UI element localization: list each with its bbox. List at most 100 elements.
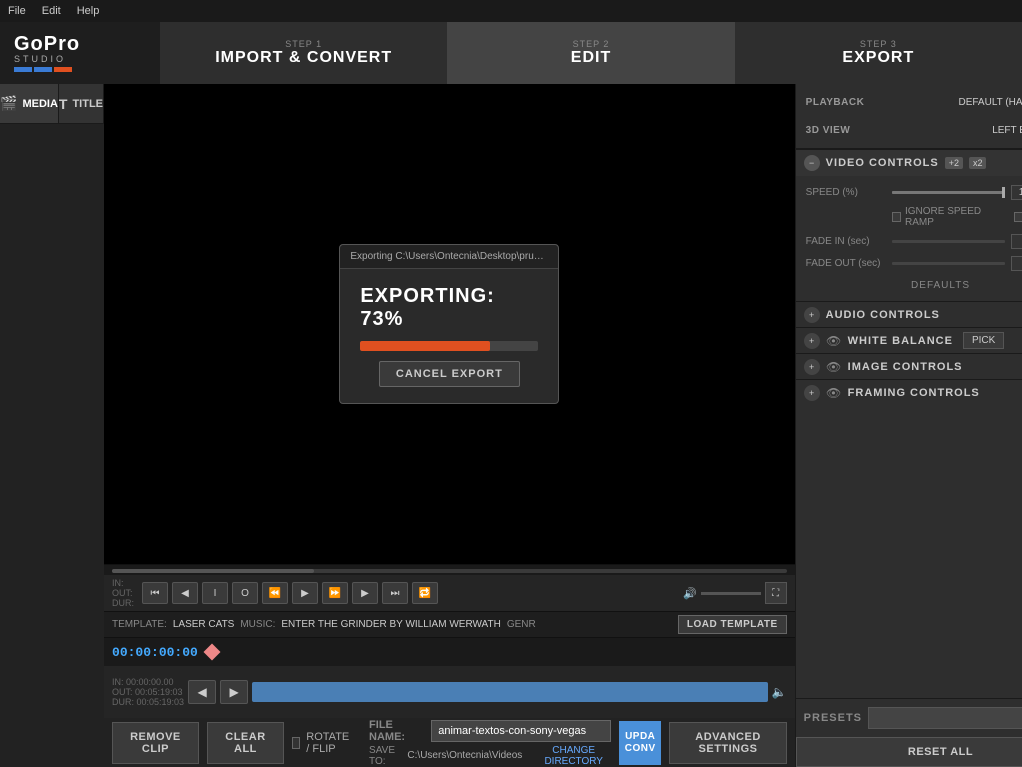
white-balance-title: WHITE BALANCE [848,335,953,347]
video-controls-body: SPEED (%) 100 < > IGNORE SPEED RAMP [796,176,1022,301]
reverse-checkbox[interactable] [1014,212,1022,222]
presets-input[interactable] [868,707,1022,729]
rotate-flip-area: ROTATE / FLIP [292,731,353,755]
loop-btn[interactable]: 🔁 [412,582,438,604]
frame-back-btn[interactable]: ◀ [172,582,198,604]
tab-media[interactable]: 🎬 MEDIA [0,84,59,123]
export-progress-fill [360,341,490,351]
timeline-scrubber[interactable] [104,565,795,575]
image-controls-eye-icon[interactable]: 👁 [826,359,842,375]
fade-out-row: FADE OUT (sec) 0 < > [806,254,1022,272]
prev-clip-btn[interactable]: ⏪ [262,582,288,604]
image-controls-title: IMAGE CONTROLS [848,361,963,373]
speed-slider[interactable] [892,191,1006,194]
white-balance-eye-icon[interactable]: 👁 [826,333,842,349]
left-panel: 🎬 MEDIA T TITLE [0,84,104,767]
tab-title[interactable]: T TITLE [59,84,104,123]
change-directory-button[interactable]: CHANGE DIRECTORY [536,745,611,767]
fade-in-slider[interactable] [892,240,1006,243]
defaults-button[interactable]: DEFAULTS [806,276,1022,295]
menu-file[interactable]: File [8,5,26,17]
step3-label: EXPORT [842,49,914,67]
scrubber-track[interactable] [112,569,787,573]
center-panel: 📷 Exporting C:\Users\Ontecnia\Desktop\pr… [104,84,795,767]
menu-edit[interactable]: Edit [42,5,61,17]
bottom-action-bar: REMOVE CLIP CLEAR ALL ROTATE / FLIP FILE… [104,717,795,767]
rotate-flip-checkbox[interactable] [292,737,300,749]
export-dialog-title: Exporting C:\Users\Ontecnia\Desktop\prue… [340,245,558,269]
timeline-prev-btn[interactable]: ◀ [188,680,216,704]
step-export[interactable]: STEP 3 EXPORT [735,22,1022,84]
filename-area: FILE NAME: SAVE TO: C:\Users\Ontecnia\Vi… [369,719,611,767]
mark-in-btn[interactable]: I [202,582,228,604]
vc-badge1: +2 [945,157,963,169]
fade-out-slider[interactable] [892,262,1006,265]
framing-controls-section[interactable]: + 👁 FRAMING CONTROLS [796,379,1022,405]
3dview-value[interactable]: LEFT EYE (2D) ▼ [886,125,1022,136]
mark-out-btn[interactable]: O [232,582,258,604]
menu-help[interactable]: Help [77,5,100,17]
timeline-next-btn[interactable]: ▶ [220,680,248,704]
fade-in-value: 0 [1011,234,1022,249]
volume-slider[interactable] [701,592,761,595]
audio-controls-toggle[interactable]: + [804,307,820,323]
out-label: OUT: [112,588,134,598]
right-top-controls: PLAYBACK DEFAULT (HALF-RES) ▼ 3D VIEW LE… [796,84,1022,149]
logo-area: GoPro STUDIO [0,22,160,84]
update-btn-line1: UPDA [625,731,655,743]
advanced-settings-button[interactable]: ADVANCED SETTINGS [669,722,786,764]
timeline-track: IN: 00:00:00.00 OUT: 00:05:19:03 DUR: 00… [104,666,795,718]
skip-end-btn[interactable]: ⏭ [382,582,408,604]
clear-all-button[interactable]: CLEAR ALL [207,722,284,764]
dur-time: DUR: 00:05:19:03 [112,697,184,707]
left-tabs: 🎬 MEDIA T TITLE [0,84,104,124]
playback-label: PLAYBACK [806,97,886,108]
step-edit[interactable]: STEP 2 EDIT [447,22,734,84]
audio-controls-title: AUDIO CONTROLS [826,309,940,321]
playback-value[interactable]: DEFAULT (HALF-RES) ▼ [886,97,1022,108]
3dview-dropdown-value: LEFT EYE (2D) [992,125,1022,136]
export-progress-bar [360,341,538,351]
video-controls-header[interactable]: − VIDEO CONTROLS +2 x2 [796,150,1022,176]
playback-dropdown-value: DEFAULT (HALF-RES) [958,97,1022,108]
white-balance-pick-button[interactable]: PICK [963,332,1004,349]
video-controls-toggle[interactable]: − [804,155,820,171]
fade-out-label: FADE OUT (sec) [806,258,886,269]
update-convert-button[interactable]: UPDA CONV [619,721,661,765]
step2-label: EDIT [571,49,611,67]
genre-label: GENR [507,619,536,630]
image-controls-section[interactable]: + 👁 IMAGE CONTROLS [796,353,1022,379]
filename-row: FILE NAME: [369,719,611,743]
cancel-export-button[interactable]: CANCEL EXPORT [379,361,520,387]
play-btn[interactable]: ▶ [292,582,318,604]
step1-label: IMPORT & CONVERT [215,49,392,67]
framing-controls-eye-icon[interactable]: 👁 [826,385,842,401]
video-area: 📷 Exporting C:\Users\Ontecnia\Desktop\pr… [104,84,795,564]
reset-all-button[interactable]: RESET ALL [796,737,1022,767]
load-template-button[interactable]: LOAD TEMPLATE [678,615,787,634]
fullscreen-button[interactable]: ⛶ [765,582,787,604]
music-label: MUSIC: [240,619,275,630]
frame-fwd-btn[interactable]: ▶ [352,582,378,604]
timecode-display: 00:00:00:00 [112,645,198,660]
remove-clip-button[interactable]: REMOVE CLIP [112,722,199,764]
step-import[interactable]: STEP 1 IMPORT & CONVERT [160,22,447,84]
3dview-label: 3D VIEW [806,125,886,136]
white-balance-section[interactable]: + 👁 WHITE BALANCE PICK [796,327,1022,353]
skip-back-start-btn[interactable]: ⏮ [142,582,168,604]
framing-controls-toggle[interactable]: + [804,385,820,401]
speed-label: SPEED (%) [806,187,886,198]
template-value: LASER CATS [173,619,235,630]
ignore-speed-ramp-checkbox[interactable] [892,212,901,222]
next-clip-btn[interactable]: ⏩ [322,582,348,604]
video-controls-section: − VIDEO CONTROLS +2 x2 SPEED (%) 100 < > [796,149,1022,301]
image-controls-toggle[interactable]: + [804,359,820,375]
dur-label: DUR: [112,598,134,608]
filename-input[interactable] [431,720,611,742]
timeline-volume-icon[interactable]: 🔈 [772,685,787,699]
timeline-clip-bar[interactable] [252,682,768,702]
speed-row: SPEED (%) 100 < > [806,182,1022,202]
fade-out-value: 0 [1011,256,1022,271]
white-balance-toggle[interactable]: + [804,333,820,349]
audio-controls-section[interactable]: + AUDIO CONTROLS [796,301,1022,327]
